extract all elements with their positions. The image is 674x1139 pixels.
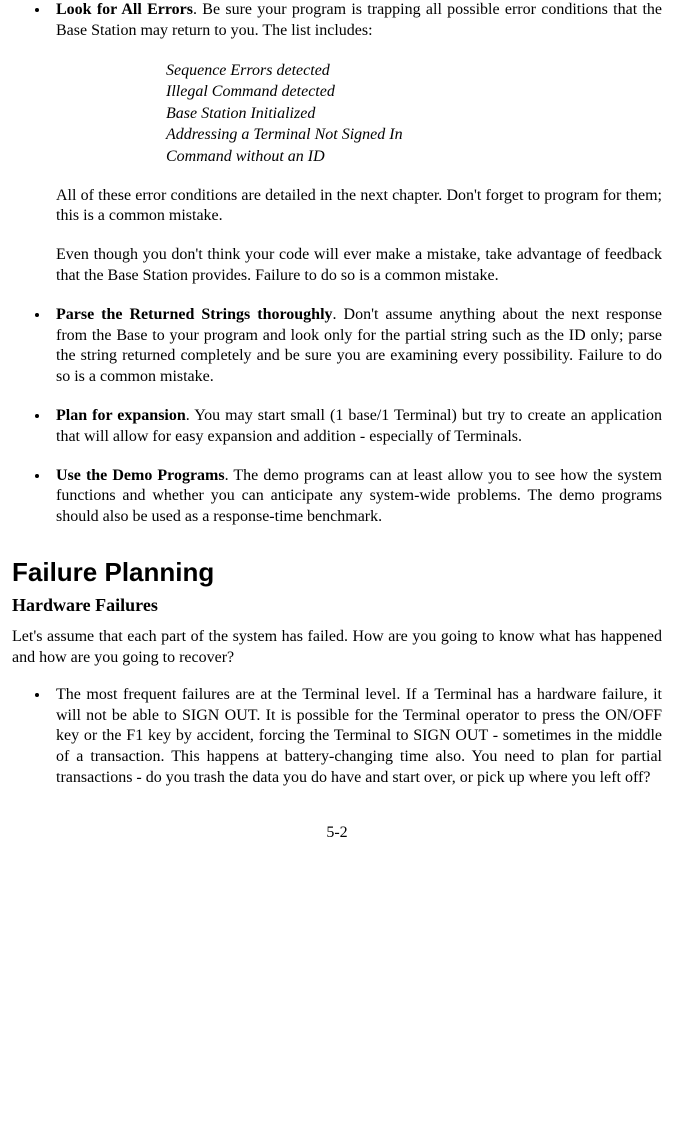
failure-bullet-list: The most frequent failures are at the Te… (12, 685, 662, 789)
error-item: Sequence Errors detected (166, 60, 662, 82)
bullet-title: Parse the Returned Strings thoroughly (56, 306, 333, 323)
error-item: Command without an ID (166, 146, 662, 168)
error-item: Illegal Command detected (166, 81, 662, 103)
bullet-terminal-failures: The most frequent failures are at the Te… (50, 685, 662, 789)
bullet-parse-strings: Parse the Returned Strings thoroughly. D… (50, 305, 662, 388)
bullet-title: Use the Demo Programs (56, 467, 225, 484)
bullet-plan-expansion: Plan for expansion. You may start small … (50, 406, 662, 448)
page-number: 5-2 (12, 823, 662, 844)
bullet-title: Plan for expansion (56, 407, 186, 424)
sub-paragraph: All of these error conditions are detail… (56, 186, 662, 228)
subheading-hardware-failures: Hardware Failures (12, 594, 662, 617)
bullet-use-demo: Use the Demo Programs. The demo programs… (50, 466, 662, 528)
top-bullet-list: Look for All Errors. Be sure your progra… (12, 0, 662, 528)
section-heading-failure-planning: Failure Planning (12, 556, 662, 590)
intro-paragraph: Let's assume that each part of the syste… (12, 627, 662, 669)
error-item: Addressing a Terminal Not Signed In (166, 124, 662, 146)
sub-paragraph: Even though you don't think your code wi… (56, 245, 662, 287)
error-list: Sequence Errors detected Illegal Command… (166, 60, 662, 168)
error-item: Base Station Initialized (166, 103, 662, 125)
bullet-look-for-errors: Look for All Errors. Be sure your progra… (50, 0, 662, 287)
bullet-title: Look for All Errors (56, 1, 193, 18)
